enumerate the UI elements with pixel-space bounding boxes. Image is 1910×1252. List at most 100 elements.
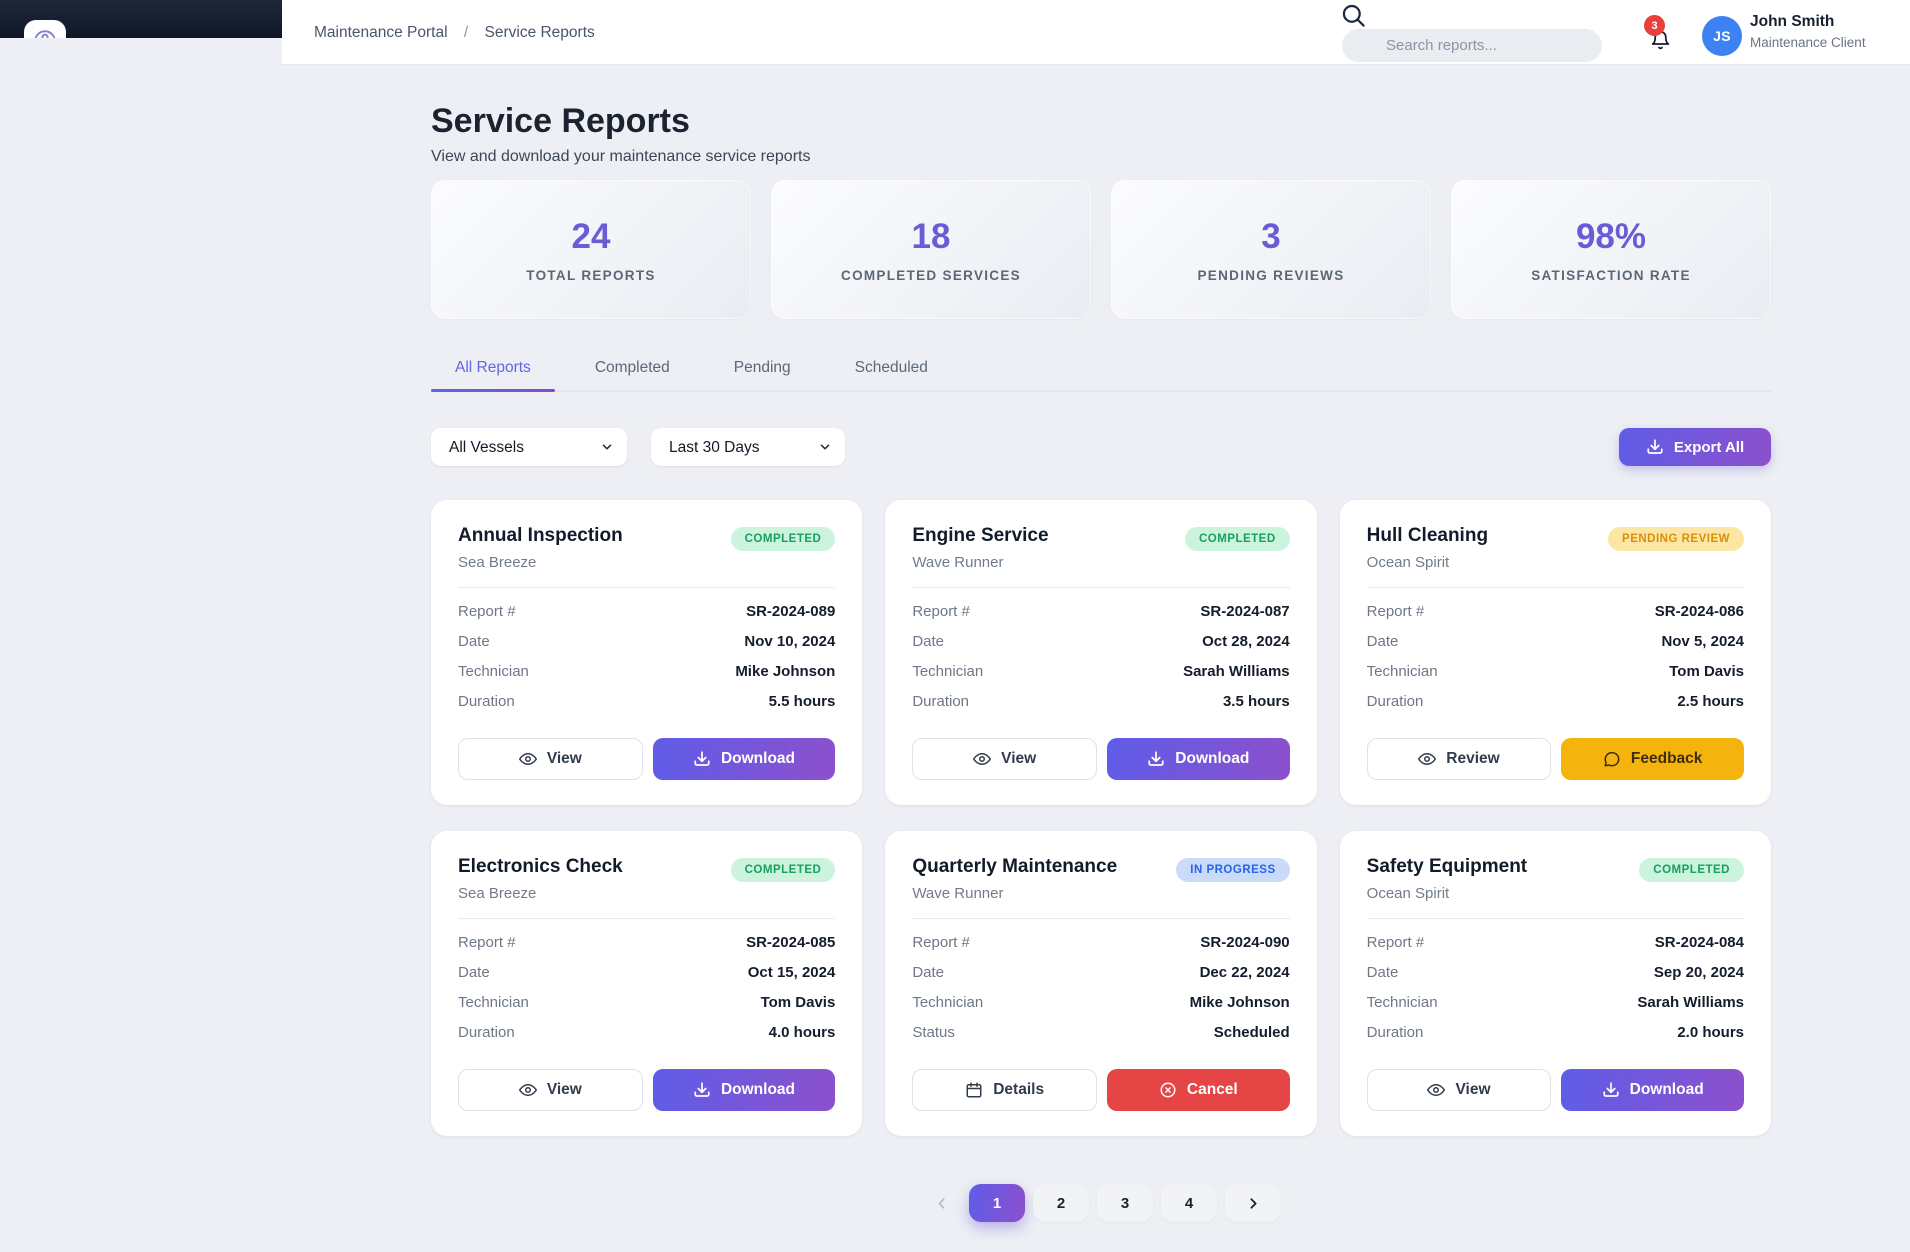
pagination-page-4[interactable]: 4 bbox=[1161, 1184, 1217, 1222]
field-value: Nov 5, 2024 bbox=[1661, 633, 1744, 650]
download-button[interactable]: Download bbox=[653, 738, 836, 780]
tab-completed[interactable]: Completed bbox=[571, 349, 694, 390]
report-actions: View Download bbox=[1367, 1069, 1744, 1111]
divider bbox=[912, 587, 1289, 588]
reports-grid: Annual Inspection Sea Breeze COMPLETED R… bbox=[431, 500, 1771, 1136]
report-actions: View Download bbox=[458, 1069, 835, 1111]
field-row: Date Dec 22, 2024 bbox=[912, 964, 1289, 981]
pagination-page-3[interactable]: 3 bbox=[1097, 1184, 1153, 1222]
period-filter[interactable]: Last 30 Days bbox=[651, 428, 845, 466]
breadcrumb-root[interactable]: Maintenance Portal bbox=[314, 24, 448, 41]
download-button[interactable]: Download bbox=[653, 1069, 836, 1111]
field-value: Tom Davis bbox=[761, 994, 836, 1011]
download-icon bbox=[693, 1081, 711, 1099]
field-row: Status Scheduled bbox=[912, 1024, 1289, 1041]
field-label: Date bbox=[458, 633, 490, 650]
vessel-select[interactable]: All Vessels bbox=[431, 428, 627, 466]
logo[interactable] bbox=[24, 20, 66, 38]
notification-badge: 3 bbox=[1644, 15, 1665, 36]
download-icon bbox=[1602, 1081, 1620, 1099]
pagination-page-1[interactable]: 1 bbox=[969, 1184, 1025, 1222]
action-label: View bbox=[1455, 1081, 1490, 1099]
field-value: Sarah Williams bbox=[1183, 663, 1290, 680]
divider bbox=[458, 918, 835, 919]
cancel-button[interactable]: Cancel bbox=[1107, 1069, 1290, 1111]
report-vessel: Ocean Spirit bbox=[1367, 554, 1488, 571]
page-subtitle: View and download your maintenance servi… bbox=[431, 148, 1771, 166]
breadcrumb-current[interactable]: Service Reports bbox=[485, 24, 595, 41]
avatar[interactable]: JS bbox=[1702, 16, 1742, 56]
filters-row: All Vessels Last 30 Days Export All bbox=[431, 428, 1771, 466]
field-value: 3.5 hours bbox=[1223, 693, 1290, 710]
download-button[interactable]: Download bbox=[1561, 1069, 1744, 1111]
field-label: Report # bbox=[458, 934, 516, 951]
export-all-button[interactable]: Export All bbox=[1619, 428, 1771, 466]
report-fields: Report # SR-2024-084 Date Sep 20, 2024 T… bbox=[1367, 934, 1744, 1054]
report-fields: Report # SR-2024-089 Date Nov 10, 2024 T… bbox=[458, 603, 835, 723]
chevron-right-icon bbox=[1245, 1195, 1262, 1212]
report-vessel: Wave Runner bbox=[912, 554, 1048, 571]
field-label: Date bbox=[458, 964, 490, 981]
field-row: Report # SR-2024-086 bbox=[1367, 603, 1744, 620]
notification-bell[interactable]: 3 bbox=[1650, 30, 1672, 52]
view-button[interactable]: View bbox=[912, 738, 1097, 780]
main-content: Service Reports View and download your m… bbox=[282, 65, 1910, 1252]
download-button[interactable]: Download bbox=[1107, 738, 1290, 780]
search-input[interactable] bbox=[1342, 29, 1602, 62]
action-label: Feedback bbox=[1631, 750, 1703, 768]
field-value: Sarah Williams bbox=[1637, 994, 1744, 1011]
report-card: Annual Inspection Sea Breeze COMPLETED R… bbox=[431, 500, 862, 805]
field-row: Technician Tom Davis bbox=[1367, 663, 1744, 680]
field-value: Sep 20, 2024 bbox=[1654, 964, 1744, 981]
view-button[interactable]: View bbox=[458, 1069, 643, 1111]
field-label: Report # bbox=[912, 603, 970, 620]
tab-pending[interactable]: Pending bbox=[710, 349, 815, 390]
field-row: Technician Mike Johnson bbox=[912, 994, 1289, 1011]
stat-card: 18 COMPLETED SERVICES bbox=[771, 180, 1091, 319]
stat-value: 3 bbox=[1261, 217, 1280, 257]
report-vessel: Wave Runner bbox=[912, 885, 1117, 902]
view-button[interactable]: View bbox=[1367, 1069, 1552, 1111]
tabs: All Reports Completed Pending Scheduled bbox=[431, 349, 1771, 392]
pagination-prev-button[interactable] bbox=[921, 1184, 961, 1222]
details-button[interactable]: Details bbox=[912, 1069, 1097, 1111]
chevron-left-icon bbox=[933, 1195, 950, 1212]
field-value: Scheduled bbox=[1214, 1024, 1290, 1041]
stat-card: 98% SATISFACTION RATE bbox=[1451, 180, 1771, 319]
action-label: Download bbox=[1175, 750, 1249, 768]
report-fields: Report # SR-2024-085 Date Oct 15, 2024 T… bbox=[458, 934, 835, 1054]
field-row: Duration 2.5 hours bbox=[1367, 693, 1744, 710]
vessel-filter[interactable]: All Vessels bbox=[431, 428, 627, 466]
status-badge: PENDING REVIEW bbox=[1608, 527, 1744, 551]
field-row: Duration 5.5 hours bbox=[458, 693, 835, 710]
field-label: Report # bbox=[1367, 934, 1425, 951]
pagination-page-2[interactable]: 2 bbox=[1033, 1184, 1089, 1222]
action-label: Download bbox=[1630, 1081, 1704, 1099]
feedback-button[interactable]: Feedback bbox=[1561, 738, 1744, 780]
field-value: 2.5 hours bbox=[1677, 693, 1744, 710]
sidebar-header bbox=[0, 0, 282, 38]
action-label: Review bbox=[1446, 750, 1499, 768]
field-value: Mike Johnson bbox=[1190, 994, 1290, 1011]
field-value: SR-2024-084 bbox=[1655, 934, 1744, 951]
action-label: Cancel bbox=[1187, 1081, 1238, 1099]
field-value: Tom Davis bbox=[1669, 663, 1744, 680]
report-title: Engine Service bbox=[912, 525, 1048, 547]
field-value: Oct 28, 2024 bbox=[1202, 633, 1290, 650]
pagination-next-button[interactable] bbox=[1225, 1184, 1281, 1222]
period-select[interactable]: Last 30 Days bbox=[651, 428, 845, 466]
view-button[interactable]: View bbox=[458, 738, 643, 780]
user-info[interactable]: John Smith Maintenance Client bbox=[1750, 13, 1866, 50]
pagination: 1234 bbox=[431, 1184, 1771, 1222]
field-label: Date bbox=[1367, 964, 1399, 981]
field-label: Technician bbox=[458, 994, 529, 1011]
tab-all-reports[interactable]: All Reports bbox=[431, 349, 555, 390]
field-value: 4.0 hours bbox=[769, 1024, 836, 1041]
report-card: Electronics Check Sea Breeze COMPLETED R… bbox=[431, 831, 862, 1136]
field-row: Technician Mike Johnson bbox=[458, 663, 835, 680]
report-vessel: Sea Breeze bbox=[458, 554, 623, 571]
review-button[interactable]: Review bbox=[1367, 738, 1552, 780]
field-row: Report # SR-2024-089 bbox=[458, 603, 835, 620]
tab-scheduled[interactable]: Scheduled bbox=[831, 349, 952, 390]
ship-wheel-icon bbox=[32, 28, 58, 38]
